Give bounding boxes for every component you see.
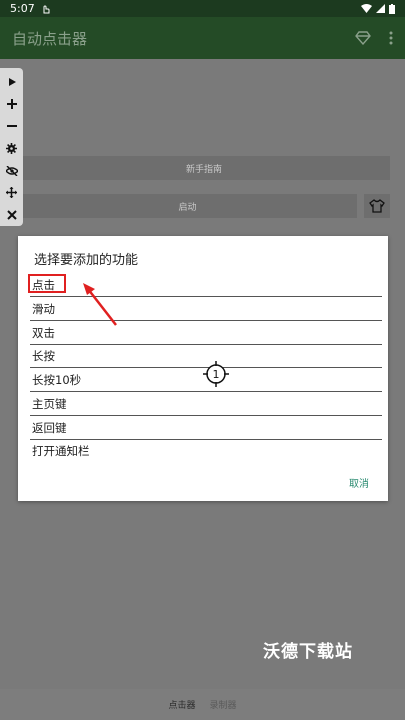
theme-button[interactable] [364, 194, 390, 218]
option-back-key[interactable]: 返回键 [30, 416, 382, 440]
move-icon[interactable] [0, 182, 23, 204]
hand-icon [43, 4, 50, 13]
start-button[interactable]: 启动 [18, 194, 357, 218]
diamond-icon[interactable] [355, 31, 371, 45]
app-title: 自动点击器 [12, 29, 88, 48]
highlight-box [28, 274, 66, 293]
status-bar: 5:07 [0, 0, 405, 17]
cancel-button[interactable]: 取消 [349, 475, 369, 490]
gear-icon[interactable] [0, 137, 23, 159]
tab-recorder[interactable]: 录制器 [210, 698, 237, 711]
dialog-title: 选择要添加的功能 [34, 253, 139, 268]
eye-off-icon[interactable] [0, 160, 23, 182]
option-click[interactable]: 点击 [30, 273, 382, 297]
close-icon[interactable] [0, 204, 23, 226]
tab-clicker[interactable]: 点击器 [168, 698, 195, 711]
plus-icon[interactable] [0, 93, 23, 115]
minus-icon[interactable] [0, 115, 23, 137]
signal-icon [376, 4, 385, 13]
option-open-notifications[interactable]: 打开通知栏 [30, 439, 382, 463]
shirt-icon [369, 199, 385, 213]
status-icons [361, 3, 395, 14]
option-double-click[interactable]: 双击 [30, 321, 382, 345]
more-vert-icon[interactable] [389, 31, 393, 45]
status-time: 5:07 [10, 2, 35, 15]
battery-icon [389, 3, 395, 14]
floating-toolbar [0, 68, 23, 226]
guide-button[interactable]: 新手指南 [18, 156, 390, 180]
play-icon[interactable] [0, 71, 23, 93]
option-swipe[interactable]: 滑动 [30, 297, 382, 321]
wifi-icon [361, 4, 372, 13]
app-bar: 自动点击器 [0, 17, 405, 59]
bottom-nav: 点击器 录制器 [0, 689, 405, 720]
crosshair-label: 1 [213, 368, 220, 381]
crosshair-target-icon[interactable]: 1 [203, 361, 229, 387]
option-home-key[interactable]: 主页键 [30, 392, 382, 416]
watermark: 沃德下载站 [263, 642, 353, 662]
